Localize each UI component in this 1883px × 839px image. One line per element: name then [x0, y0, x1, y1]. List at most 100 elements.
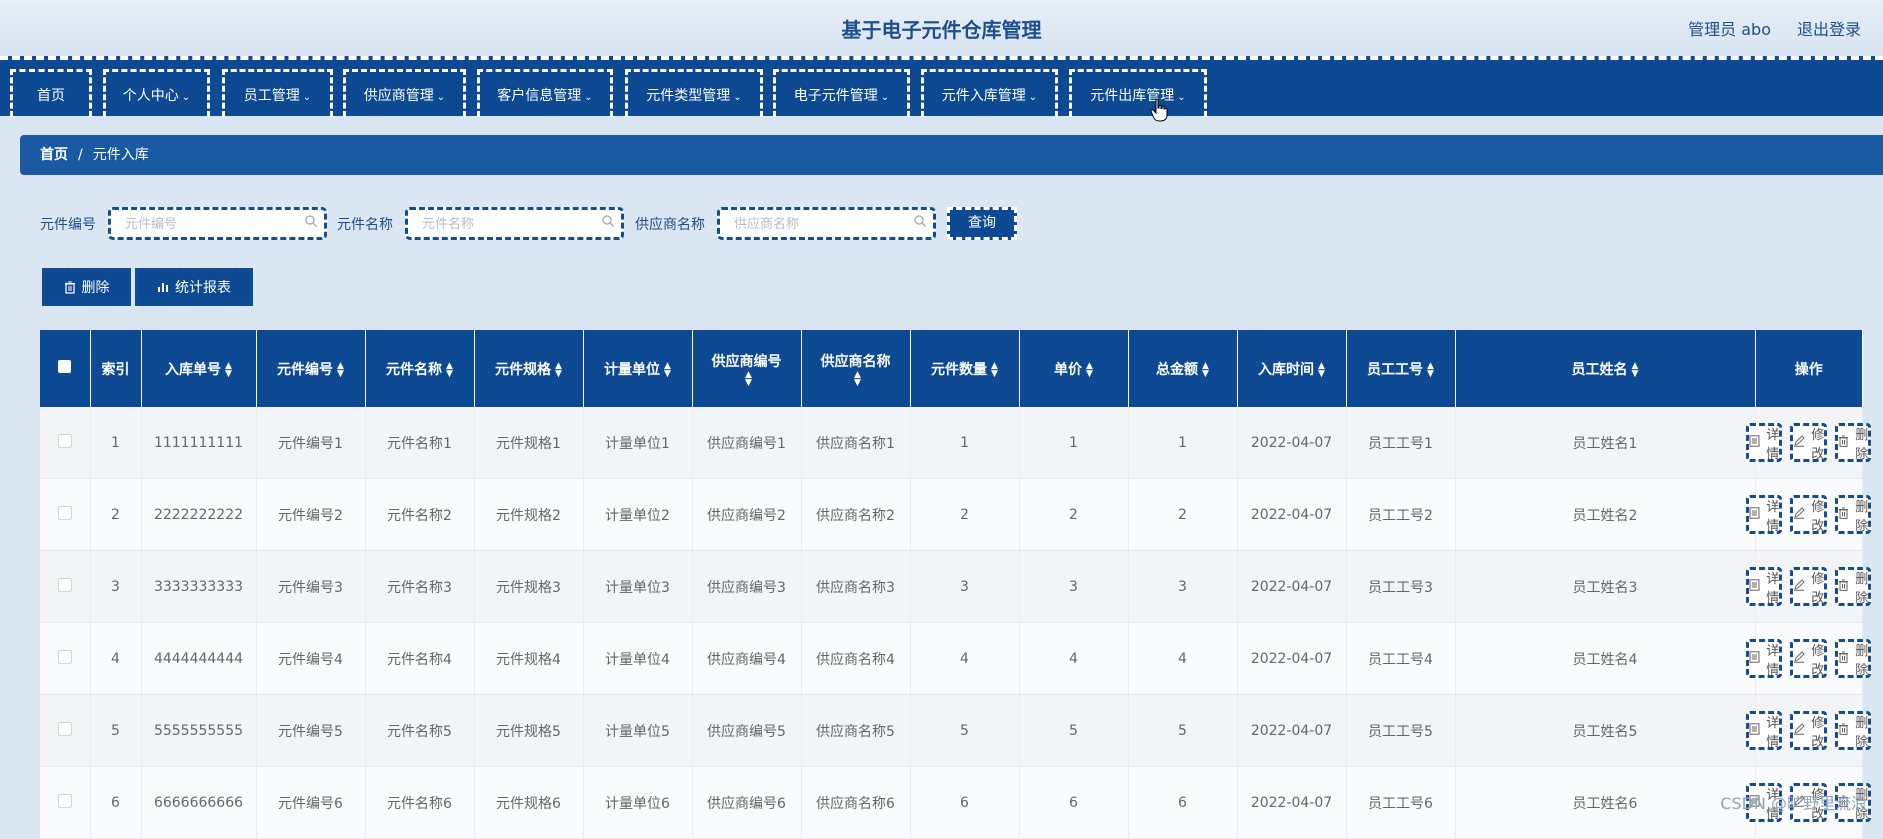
column-header[interactable]: 入库单号 ▲ ▼ [141, 330, 257, 407]
detail-button[interactable]: 详情 [1746, 495, 1783, 534]
sort-icon[interactable]: ▲ ▼ [555, 361, 562, 378]
column-header[interactable]: 元件规格 ▲ ▼ [474, 330, 584, 407]
row-checkbox[interactable] [57, 721, 72, 736]
sort-icon[interactable]: ▲ ▼ [1318, 361, 1325, 378]
table-row: 5 5555555555 元件编号5 元件名称5 元件规格5 计量单位5 供应商编号5 供应商… [40, 694, 1872, 767]
nav-item-home[interactable]: 首页 [10, 69, 92, 117]
sort-icon[interactable]: ▲ ▼ [446, 361, 453, 378]
column-header[interactable]: 员工工号 ▲ ▼ [1346, 330, 1456, 407]
nav-item-label: 员工管理 [243, 88, 300, 104]
trash-icon [64, 280, 75, 294]
sort-icon[interactable]: ▲ ▼ [1427, 361, 1434, 378]
supplier-no-cell: 供应商编号1 [692, 407, 802, 479]
sort-icon[interactable]: ▲ ▼ [1632, 361, 1639, 378]
nav-item-label: 供应商管理 [363, 88, 434, 104]
delete-button[interactable]: 删除 [1835, 423, 1872, 462]
edit-button[interactable]: 修改 [1790, 711, 1828, 750]
supplier-no-cell: 供应商编号2 [692, 478, 802, 551]
sort-icon[interactable]: ▲ ▼ [745, 370, 752, 387]
column-header-label: 员工工号 [1367, 361, 1424, 378]
index-cell: 6 [90, 766, 142, 839]
column-header-label: 元件编号 [277, 361, 334, 378]
order-no-cell: 4444444444 [141, 622, 257, 695]
row-checkbox[interactable] [57, 793, 72, 808]
column-header-label: 员工姓名 [1571, 361, 1628, 378]
logout-link[interactable]: 退出登录 [1797, 16, 1861, 40]
column-header[interactable]: 供应商编号 ▲ ▼ [692, 330, 802, 407]
operations-cell: 详情 修改 删除 [1746, 694, 1872, 767]
nav-item-supplier-mgmt[interactable]: 供应商管理 ⌄ [343, 69, 466, 117]
pencil-icon [1793, 578, 1805, 595]
nav-item-employee-mgmt[interactable]: 员工管理 ⌄ [222, 69, 333, 117]
sort-icon[interactable]: ▲ ▼ [337, 361, 344, 378]
sort-icon[interactable]: ▲ ▼ [1086, 361, 1093, 378]
query-button[interactable]: 查询 [947, 207, 1017, 240]
breadcrumb-home[interactable]: 首页 [40, 147, 68, 163]
row-checkbox[interactable] [57, 433, 72, 448]
delete-button[interactable]: 删除 [1835, 495, 1872, 534]
edit-button[interactable]: 修改 [1790, 639, 1828, 678]
nav-item-stock-in-mgmt[interactable]: 元件入库管理 ⌄ [921, 69, 1058, 117]
unit-price-cell: 3 [1019, 550, 1129, 623]
edit-button[interactable]: 修改 [1790, 423, 1828, 462]
column-header[interactable]: 入库时间 ▲ ▼ [1237, 330, 1347, 407]
edit-button[interactable]: 修改 [1790, 495, 1828, 534]
nav-item-personal-center[interactable]: 个人中心 ⌄ [103, 69, 210, 117]
chevron-down-icon: ⌄ [302, 92, 312, 103]
detail-button[interactable]: 详情 [1746, 423, 1783, 462]
column-header[interactable]: 供应商名称 ▲ ▼ [801, 330, 911, 407]
column-header[interactable]: 元件名称 ▲ ▼ [365, 330, 475, 407]
component-code-cell: 元件编号2 [256, 478, 366, 551]
supplier-name-cell: 供应商名称4 [801, 622, 911, 695]
sort-icon[interactable]: ▲ ▼ [664, 361, 671, 378]
column-header[interactable]: 元件编号 ▲ ▼ [256, 330, 366, 407]
nav-item-stock-out-mgmt[interactable]: 元件出库管理 ⌄ [1069, 69, 1207, 117]
sort-icon[interactable]: ▲ ▼ [225, 361, 232, 378]
select-all-checkbox[interactable] [58, 360, 72, 373]
main-nav: 首页 个人中心 ⌄ 员工管理 ⌄ 供应商管理 ⌄ 客户信息管理 ⌄ 元件类型管理 ⌄ 电子… [0, 56, 1883, 117]
column-header[interactable]: 元件数量 ▲ ▼ [910, 330, 1020, 407]
document-icon [1749, 650, 1760, 667]
component-code-input[interactable] [111, 210, 308, 239]
component-name-input[interactable] [408, 210, 605, 239]
nav-item-component-mgmt[interactable]: 电子元件管理 ⌄ [773, 69, 910, 117]
total-amount-cell: 3 [1128, 550, 1238, 623]
employee-no-cell: 员工工号1 [1346, 407, 1456, 479]
detail-button[interactable]: 详情 [1746, 711, 1783, 750]
employee-name-cell: 员工姓名2 [1455, 478, 1756, 551]
row-checkbox[interactable] [57, 577, 72, 592]
delete-button[interactable]: 删除 [1835, 639, 1872, 678]
nav-item-component-type-mgmt[interactable]: 元件类型管理 ⌄ [625, 69, 763, 117]
batch-delete-button[interactable]: 删除 [42, 268, 131, 306]
supplier-no-cell: 供应商编号3 [692, 550, 802, 623]
sort-icon[interactable]: ▲ ▼ [991, 361, 998, 378]
detail-button[interactable]: 详情 [1746, 639, 1783, 678]
statistics-report-button[interactable]: 统计报表 [135, 268, 253, 306]
supplier-no-cell: 供应商编号6 [692, 766, 802, 839]
edit-button[interactable]: 修改 [1790, 567, 1828, 606]
chevron-down-icon: ⌄ [584, 92, 593, 103]
unit-cell: 计量单位6 [583, 766, 693, 839]
chevron-down-icon: ⌄ [880, 92, 890, 103]
column-header-label: 供应商编号 [711, 353, 782, 370]
component-name-cell: 元件名称5 [365, 694, 475, 767]
detail-button[interactable]: 详情 [1746, 567, 1783, 606]
edit-label: 修改 [1811, 427, 1825, 462]
row-checkbox[interactable] [57, 505, 72, 520]
column-header[interactable]: 总金额 ▲ ▼ [1128, 330, 1238, 407]
edit-label: 修改 [1811, 715, 1825, 750]
row-checkbox[interactable] [57, 649, 72, 664]
delete-button[interactable]: 删除 [1835, 711, 1872, 750]
supplier-name-input[interactable] [720, 210, 917, 239]
column-header[interactable]: 员工姓名 ▲ ▼ [1455, 330, 1756, 407]
delete-button[interactable]: 删除 [1835, 567, 1872, 606]
quantity-cell: 2 [910, 478, 1020, 551]
column-header-label: 操作 [1794, 361, 1823, 378]
column-header[interactable]: 计量单位 ▲ ▼ [583, 330, 693, 407]
row-select-cell [40, 478, 91, 551]
nav-item-customer-mgmt[interactable]: 客户信息管理 ⌄ [477, 69, 613, 117]
component-spec-cell: 元件规格6 [474, 766, 584, 839]
sort-icon[interactable]: ▲ ▼ [854, 370, 861, 387]
column-header[interactable]: 单价 ▲ ▼ [1019, 330, 1129, 407]
sort-icon[interactable]: ▲ ▼ [1202, 361, 1209, 378]
